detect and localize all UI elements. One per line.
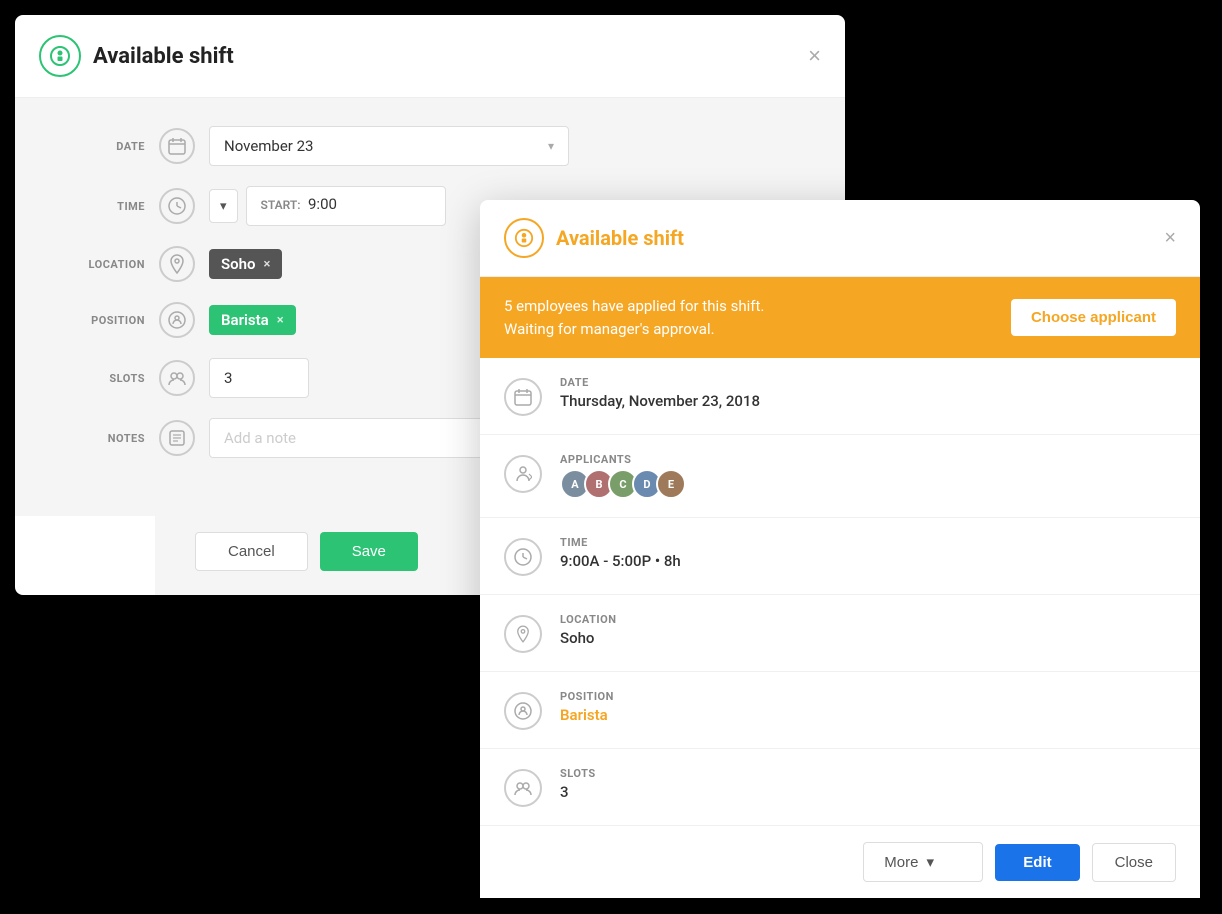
chevron-down-icon: ▾ bbox=[548, 139, 554, 153]
time-label: TIME bbox=[55, 200, 145, 213]
fg-modal-footer: More ▾ Edit Close bbox=[480, 825, 1200, 898]
bg-modal-title: Available shift bbox=[93, 44, 234, 69]
detail-date-label: DATE bbox=[560, 376, 760, 389]
logo-icon-orange bbox=[504, 218, 544, 258]
location-remove-button[interactable]: × bbox=[264, 257, 271, 272]
slots-icon bbox=[159, 360, 195, 396]
bg-modal-header: Available shift × bbox=[15, 15, 845, 98]
location-tag: Soho × bbox=[209, 249, 282, 279]
detail-location-value: Soho bbox=[560, 629, 617, 647]
more-button[interactable]: More ▾ bbox=[863, 842, 983, 882]
detail-location-content: LOCATION Soho bbox=[560, 613, 617, 647]
detail-applicants-row: APPLICANTS A B C D E bbox=[480, 435, 1200, 518]
position-label: POSITION bbox=[55, 314, 145, 327]
time-toggle-button[interactable]: ▾ bbox=[209, 189, 238, 223]
detail-position-content: POSITION Barista bbox=[560, 690, 614, 724]
detail-position-value: Barista bbox=[560, 706, 614, 724]
fg-modal-close-button[interactable]: × bbox=[1164, 227, 1176, 250]
edit-button[interactable]: Edit bbox=[995, 844, 1079, 881]
date-label: DATE bbox=[55, 140, 145, 153]
detail-date-content: DATE Thursday, November 23, 2018 bbox=[560, 376, 760, 410]
notification-banner: 5 employees have applied for this shift.… bbox=[480, 277, 1200, 358]
location-label: LOCATION bbox=[55, 258, 145, 271]
detail-location-icon bbox=[504, 615, 542, 653]
detail-applicants-label: APPLICANTS bbox=[560, 453, 680, 466]
bg-modal-close-button[interactable]: × bbox=[808, 45, 821, 67]
logo-icon-green bbox=[39, 35, 81, 77]
avatar-5: E bbox=[656, 469, 686, 499]
detail-location-label: LOCATION bbox=[560, 613, 617, 626]
slots-label: SLOTS bbox=[55, 372, 145, 385]
position-icon bbox=[159, 302, 195, 338]
clock-icon bbox=[159, 188, 195, 224]
detail-position-row: POSITION Barista bbox=[480, 672, 1200, 749]
detail-slots-label: SLOTS bbox=[560, 767, 596, 780]
detail-slots-row: SLOTS 3 bbox=[480, 749, 1200, 825]
detail-applicants-icon bbox=[504, 455, 542, 493]
position-tag: Barista × bbox=[209, 305, 296, 335]
date-dropdown[interactable]: November 23 ▾ bbox=[209, 126, 569, 166]
detail-slots-value: 3 bbox=[560, 783, 596, 801]
detail-time-row: TIME 9:00A - 5:00P • 8h bbox=[480, 518, 1200, 595]
detail-calendar-icon bbox=[504, 378, 542, 416]
detail-date-value: Thursday, November 23, 2018 bbox=[560, 392, 760, 410]
fg-modal-title: Available shift bbox=[556, 226, 684, 250]
save-button[interactable]: Save bbox=[320, 532, 418, 571]
close-button[interactable]: Close bbox=[1092, 843, 1176, 882]
position-remove-button[interactable]: × bbox=[277, 313, 284, 328]
cancel-button[interactable]: Cancel bbox=[195, 532, 308, 571]
notification-text: 5 employees have applied for this shift.… bbox=[504, 295, 764, 340]
detail-slots-content: SLOTS 3 bbox=[560, 767, 596, 801]
detail-slots-icon bbox=[504, 769, 542, 807]
notes-label: NOTES bbox=[55, 432, 145, 445]
chevron-down-icon: ▾ bbox=[926, 853, 934, 871]
fg-modal-header: Available shift × bbox=[480, 200, 1200, 277]
date-row: DATE November 23 ▾ bbox=[55, 126, 805, 166]
choose-applicant-button[interactable]: Choose applicant bbox=[1011, 299, 1176, 336]
detail-time-label: TIME bbox=[560, 536, 681, 549]
time-start-input[interactable]: START: 9:00 bbox=[246, 186, 446, 226]
detail-clock-icon bbox=[504, 538, 542, 576]
applicant-avatars: A B C D E bbox=[560, 469, 680, 499]
slots-input[interactable]: 3 bbox=[209, 358, 309, 398]
detail-time-content: TIME 9:00A - 5:00P • 8h bbox=[560, 536, 681, 570]
fg-modal: Available shift × 5 employees have appli… bbox=[480, 200, 1200, 898]
detail-rows: DATE Thursday, November 23, 2018 APPLICA… bbox=[480, 358, 1200, 825]
detail-time-value: 9:00A - 5:00P • 8h bbox=[560, 552, 681, 570]
detail-date-row: DATE Thursday, November 23, 2018 bbox=[480, 358, 1200, 435]
detail-position-label: POSITION bbox=[560, 690, 614, 703]
detail-position-icon bbox=[504, 692, 542, 730]
detail-location-row: LOCATION Soho bbox=[480, 595, 1200, 672]
notes-icon bbox=[159, 420, 195, 456]
calendar-icon bbox=[159, 128, 195, 164]
location-icon bbox=[159, 246, 195, 282]
detail-applicants-content: APPLICANTS A B C D E bbox=[560, 453, 680, 499]
time-controls: ▾ START: 9:00 bbox=[209, 186, 446, 226]
